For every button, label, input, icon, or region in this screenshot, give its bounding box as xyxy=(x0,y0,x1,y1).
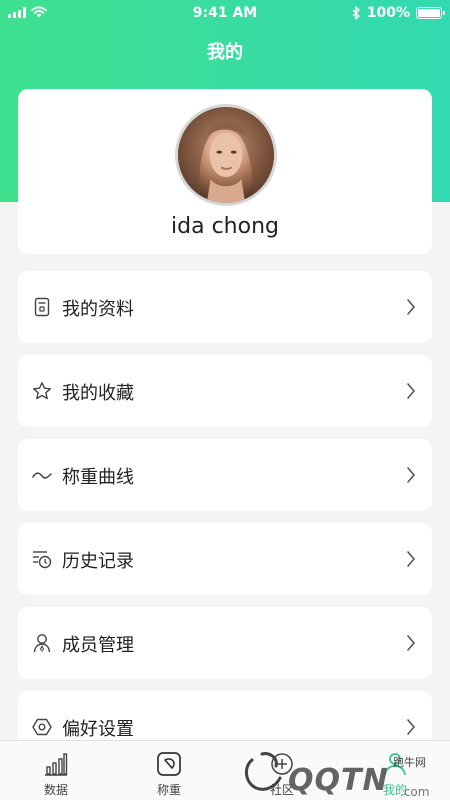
hexagon-settings-icon xyxy=(32,718,52,736)
avatar-photo-icon xyxy=(178,107,274,203)
person-icon xyxy=(33,634,51,653)
menu-item-my-favorites[interactable]: 我的收藏 xyxy=(18,355,432,427)
svg-text:.com: .com xyxy=(400,785,429,799)
menu-item-my-profile[interactable]: 我的资料 xyxy=(18,271,432,343)
profile-document-icon xyxy=(34,297,50,317)
svg-text:QQTN: QQTN xyxy=(288,763,389,798)
watermark-logo-icon: QQTN .com xyxy=(245,752,429,799)
chevron-right-icon xyxy=(407,383,416,399)
username: ida chong xyxy=(171,214,279,239)
battery-percent: 100% xyxy=(366,5,410,21)
tab-label: 数据 xyxy=(43,783,68,797)
star-icon xyxy=(33,382,51,400)
avatar[interactable] xyxy=(175,104,277,206)
tab-weigh[interactable]: 称重 xyxy=(113,741,225,800)
menu-label: 我的收藏 xyxy=(62,383,134,404)
bluetooth-icon xyxy=(352,6,360,20)
battery-icon xyxy=(416,7,445,19)
battery-fill xyxy=(418,9,440,17)
chevron-right-icon xyxy=(407,467,416,483)
profile-card[interactable]: ida chong xyxy=(18,89,432,254)
chevron-right-icon xyxy=(407,719,416,735)
menu-item-member-management[interactable]: 成员管理 xyxy=(18,607,432,679)
wave-curve-icon xyxy=(32,472,52,479)
chevron-right-icon xyxy=(407,635,416,651)
status-bar: 9:41 AM 100% xyxy=(0,0,450,26)
tab-data[interactable]: 数据 xyxy=(0,741,112,800)
menu-label: 历史记录 xyxy=(62,551,134,572)
history-clock-icon xyxy=(33,551,52,569)
screen: 9:41 AM 100% 我的 ida chong 我的资料 我的收藏 称重曲线… xyxy=(0,0,450,800)
menu-label: 我的资料 xyxy=(62,299,134,320)
watermark-text: 跑牛网 xyxy=(393,756,426,769)
menu-item-history[interactable]: 历史记录 xyxy=(18,523,432,595)
chevron-right-icon xyxy=(407,551,416,567)
menu-label: 偏好设置 xyxy=(62,719,134,740)
tab-label: 称重 xyxy=(156,783,181,797)
menu-label: 称重曲线 xyxy=(62,467,134,488)
page-title: 我的 xyxy=(207,42,243,63)
bar-chart-icon xyxy=(45,753,68,776)
scale-icon xyxy=(157,752,181,776)
chevron-right-icon xyxy=(407,299,416,315)
menu-label: 成员管理 xyxy=(62,635,134,656)
menu-item-weight-curve[interactable]: 称重曲线 xyxy=(18,439,432,511)
status-right: 100% xyxy=(352,5,445,21)
